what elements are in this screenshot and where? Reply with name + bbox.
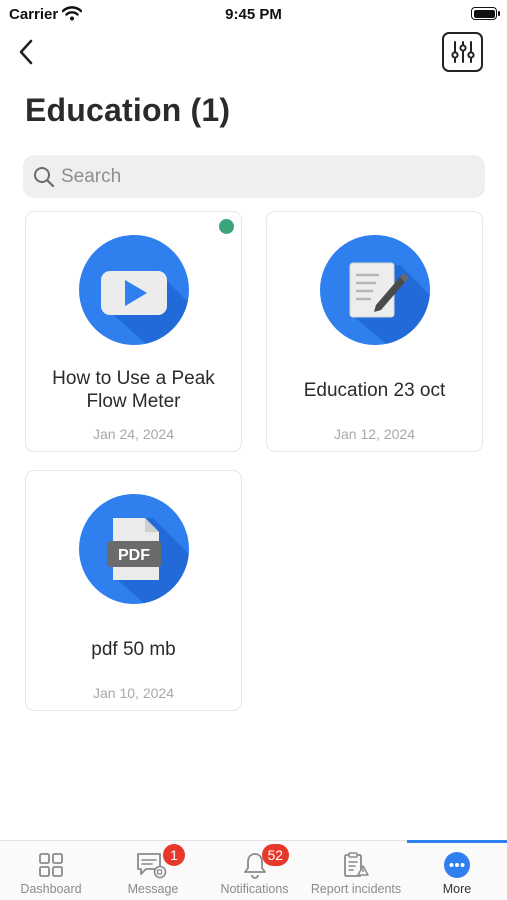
pdf-file-icon: PDF: [79, 494, 189, 604]
clock-time: 9:45 PM: [225, 6, 282, 23]
tab-label: More: [442, 882, 472, 896]
report-icon: [342, 850, 370, 880]
tab-dashboard[interactable]: Dashboard: [0, 841, 102, 900]
page-title: Education (1): [25, 92, 231, 128]
message-icon: 1: [136, 844, 185, 880]
tab-label: Dashboard: [20, 882, 82, 896]
document-pen-icon: [320, 235, 430, 345]
tab-notifications[interactable]: 52 Notifications: [204, 841, 305, 900]
more-icon: [443, 850, 471, 880]
card-date: Jan 10, 2024: [93, 685, 174, 701]
tab-report-incidents[interactable]: Report incidents: [305, 841, 407, 900]
tab-label: Notifications: [220, 882, 289, 896]
screen: Carrier 9:45 PM Education (1) Search How…: [0, 0, 507, 900]
search-icon: [34, 166, 55, 187]
card-title: Education 23 oct: [303, 380, 446, 401]
tab-message[interactable]: 1 Message: [102, 841, 204, 900]
tab-label: Report incidents: [310, 882, 402, 896]
search-input[interactable]: [61, 165, 461, 188]
card-title: How to Use a Peak Flow Meter: [52, 368, 215, 412]
chevron-left-icon: [19, 39, 33, 65]
sliders-icon: [450, 41, 475, 63]
status-bar: Carrier 9:45 PM: [0, 0, 507, 30]
search-bar[interactable]: [23, 155, 485, 198]
card-date: Jan 12, 2024: [334, 426, 415, 442]
message-count-badge: 1: [163, 844, 185, 866]
svg-text:PDF: PDF: [118, 547, 150, 564]
education-card[interactable]: PDF pdf 50 mb Jan 10, 2024: [25, 470, 242, 711]
education-card[interactable]: How to Use a Peak Flow Meter Jan 24, 202…: [25, 211, 242, 452]
notification-count-badge: 52: [261, 844, 290, 866]
card-title: pdf 50 mb: [91, 639, 176, 660]
tab-more[interactable]: More: [407, 840, 507, 900]
bell-icon: 52: [242, 844, 290, 880]
new-indicator-dot: [219, 219, 234, 234]
tab-label: Message: [127, 882, 179, 896]
card-date: Jan 24, 2024: [93, 426, 174, 442]
grid-icon: [38, 850, 64, 880]
back-button[interactable]: [10, 36, 42, 68]
tab-bar: Dashboard 1 Message 52 Notifications Rep…: [0, 840, 507, 900]
education-card[interactable]: Education 23 oct Jan 12, 2024: [266, 211, 483, 452]
battery-icon: [471, 7, 500, 20]
video-icon: [79, 235, 189, 345]
filter-button[interactable]: [442, 32, 483, 72]
